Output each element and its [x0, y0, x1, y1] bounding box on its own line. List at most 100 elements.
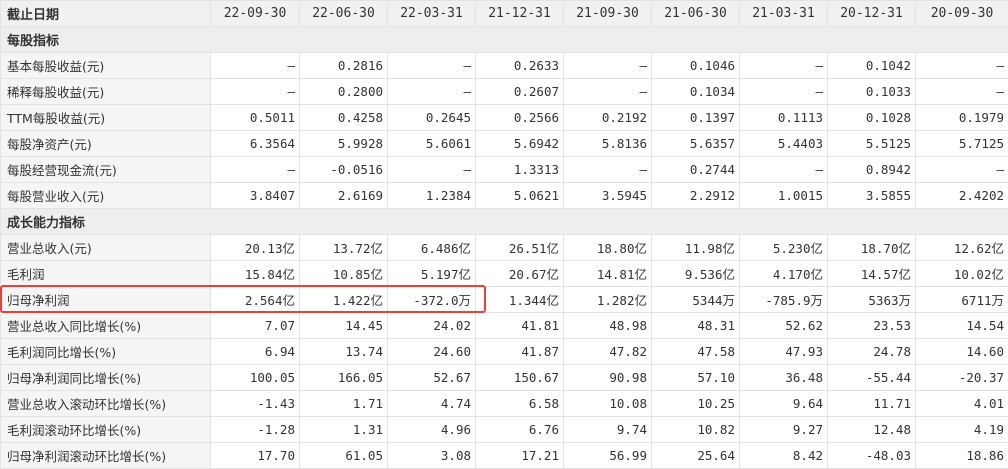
value-cell: 1.0015 — [740, 183, 828, 209]
section-row: 每股指标 — [1, 27, 1008, 53]
header-date: 22-09-30 — [211, 1, 300, 27]
value-cell: 15.84亿 — [211, 261, 300, 287]
value-cell: 41.81 — [476, 313, 564, 339]
value-cell: 11.98亿 — [652, 235, 740, 261]
header-date: 21-09-30 — [564, 1, 652, 27]
value-cell: 0.1113 — [740, 105, 828, 131]
value-cell: 8.42 — [740, 443, 828, 469]
value-cell: 10.82 — [652, 417, 740, 443]
value-cell: 6711万 — [916, 287, 1008, 313]
table-row: 归母净利润滚动环比增长(%)17.7061.053.0817.2156.9925… — [1, 443, 1008, 469]
value-cell: 5.230亿 — [740, 235, 828, 261]
value-cell: 24.60 — [388, 339, 476, 365]
value-cell: — — [740, 53, 828, 79]
value-cell: 26.51亿 — [476, 235, 564, 261]
value-cell: 36.48 — [740, 365, 828, 391]
value-cell: -55.44 — [828, 365, 916, 391]
value-cell: 6.76 — [476, 417, 564, 443]
value-cell: 4.96 — [388, 417, 476, 443]
value-cell: 9.536亿 — [652, 261, 740, 287]
value-cell: 11.71 — [828, 391, 916, 417]
value-cell: 14.45 — [300, 313, 388, 339]
value-cell: 18.70亿 — [828, 235, 916, 261]
value-cell: 10.85亿 — [300, 261, 388, 287]
value-cell: — — [564, 157, 652, 183]
value-cell: 5.9928 — [300, 131, 388, 157]
value-cell: — — [740, 79, 828, 105]
value-cell: 1.3313 — [476, 157, 564, 183]
value-cell: 9.74 — [564, 417, 652, 443]
value-cell: 1.2384 — [388, 183, 476, 209]
row-label: 毛利润滚动环比增长(%) — [1, 417, 211, 443]
value-cell: — — [388, 157, 476, 183]
value-cell: 1.344亿 — [476, 287, 564, 313]
value-cell: — — [916, 53, 1008, 79]
row-label: 营业总收入滚动环比增长(%) — [1, 391, 211, 417]
header-date: 20-09-30 — [916, 1, 1008, 27]
value-cell: 4.74 — [388, 391, 476, 417]
value-cell: 6.58 — [476, 391, 564, 417]
value-cell: 12.48 — [828, 417, 916, 443]
row-label: TTM每股收益(元) — [1, 105, 211, 131]
value-cell: 56.99 — [564, 443, 652, 469]
header-date: 22-06-30 — [300, 1, 388, 27]
table-row: 营业总收入同比增长(%)7.0714.4524.0241.8148.9848.3… — [1, 313, 1008, 339]
value-cell: 2.2912 — [652, 183, 740, 209]
value-cell: -785.9万 — [740, 287, 828, 313]
table-row: 毛利润滚动环比增长(%)-1.281.314.966.769.7410.829.… — [1, 417, 1008, 443]
table-row: 每股经营现金流(元)—-0.0516—1.3313—0.2744—0.8942— — [1, 157, 1008, 183]
row-label: 每股净资产(元) — [1, 131, 211, 157]
value-cell: 0.1042 — [828, 53, 916, 79]
value-cell: 0.1033 — [828, 79, 916, 105]
value-cell: 0.4258 — [300, 105, 388, 131]
financial-table-container: 截止日期 22-09-3022-06-3022-03-3121-12-3121-… — [0, 0, 1008, 468]
value-cell: 5363万 — [828, 287, 916, 313]
header-row: 截止日期 22-09-3022-06-3022-03-3121-12-3121-… — [1, 1, 1008, 27]
value-cell: 13.72亿 — [300, 235, 388, 261]
value-cell: 3.5855 — [828, 183, 916, 209]
value-cell: 52.67 — [388, 365, 476, 391]
value-cell: 24.78 — [828, 339, 916, 365]
value-cell: 1.422亿 — [300, 287, 388, 313]
financial-indicators-table: 截止日期 22-09-3022-06-3022-03-3121-12-3121-… — [0, 0, 1008, 469]
value-cell: 3.08 — [388, 443, 476, 469]
header-date-label: 截止日期 — [1, 1, 211, 27]
value-cell: 5344万 — [652, 287, 740, 313]
value-cell: 20.13亿 — [211, 235, 300, 261]
value-cell: — — [211, 79, 300, 105]
header-date: 20-12-31 — [828, 1, 916, 27]
value-cell: 6.94 — [211, 339, 300, 365]
value-cell: 47.82 — [564, 339, 652, 365]
table-row: 每股营业收入(元)3.84072.61691.23845.06213.59452… — [1, 183, 1008, 209]
header-date: 21-03-31 — [740, 1, 828, 27]
table-row: 营业总收入(元)20.13亿13.72亿6.486亿26.51亿18.80亿11… — [1, 235, 1008, 261]
value-cell: 14.57亿 — [828, 261, 916, 287]
value-cell: — — [564, 79, 652, 105]
value-cell: — — [740, 157, 828, 183]
value-cell: 0.2645 — [388, 105, 476, 131]
table-body: 每股指标基本每股收益(元)—0.2816—0.2633—0.1046—0.104… — [1, 27, 1008, 469]
value-cell: 1.282亿 — [564, 287, 652, 313]
value-cell: 0.2566 — [476, 105, 564, 131]
value-cell: 0.2607 — [476, 79, 564, 105]
value-cell: 6.486亿 — [388, 235, 476, 261]
value-cell: 10.25 — [652, 391, 740, 417]
value-cell: 0.2192 — [564, 105, 652, 131]
value-cell: 4.19 — [916, 417, 1008, 443]
value-cell: 48.31 — [652, 313, 740, 339]
table-row: 毛利润15.84亿10.85亿5.197亿20.67亿14.81亿9.536亿4… — [1, 261, 1008, 287]
value-cell: 10.02亿 — [916, 261, 1008, 287]
table-row: 毛利润同比增长(%)6.9413.7424.6041.8747.8247.584… — [1, 339, 1008, 365]
value-cell: -1.43 — [211, 391, 300, 417]
value-cell: 14.54 — [916, 313, 1008, 339]
value-cell: -48.03 — [828, 443, 916, 469]
value-cell: 0.1034 — [652, 79, 740, 105]
value-cell: 7.07 — [211, 313, 300, 339]
row-label: 归母净利润同比增长(%) — [1, 365, 211, 391]
value-cell: 57.10 — [652, 365, 740, 391]
value-cell: 47.93 — [740, 339, 828, 365]
row-label: 每股营业收入(元) — [1, 183, 211, 209]
value-cell: 1.31 — [300, 417, 388, 443]
value-cell: 5.6942 — [476, 131, 564, 157]
section-title: 成长能力指标 — [1, 209, 1008, 235]
